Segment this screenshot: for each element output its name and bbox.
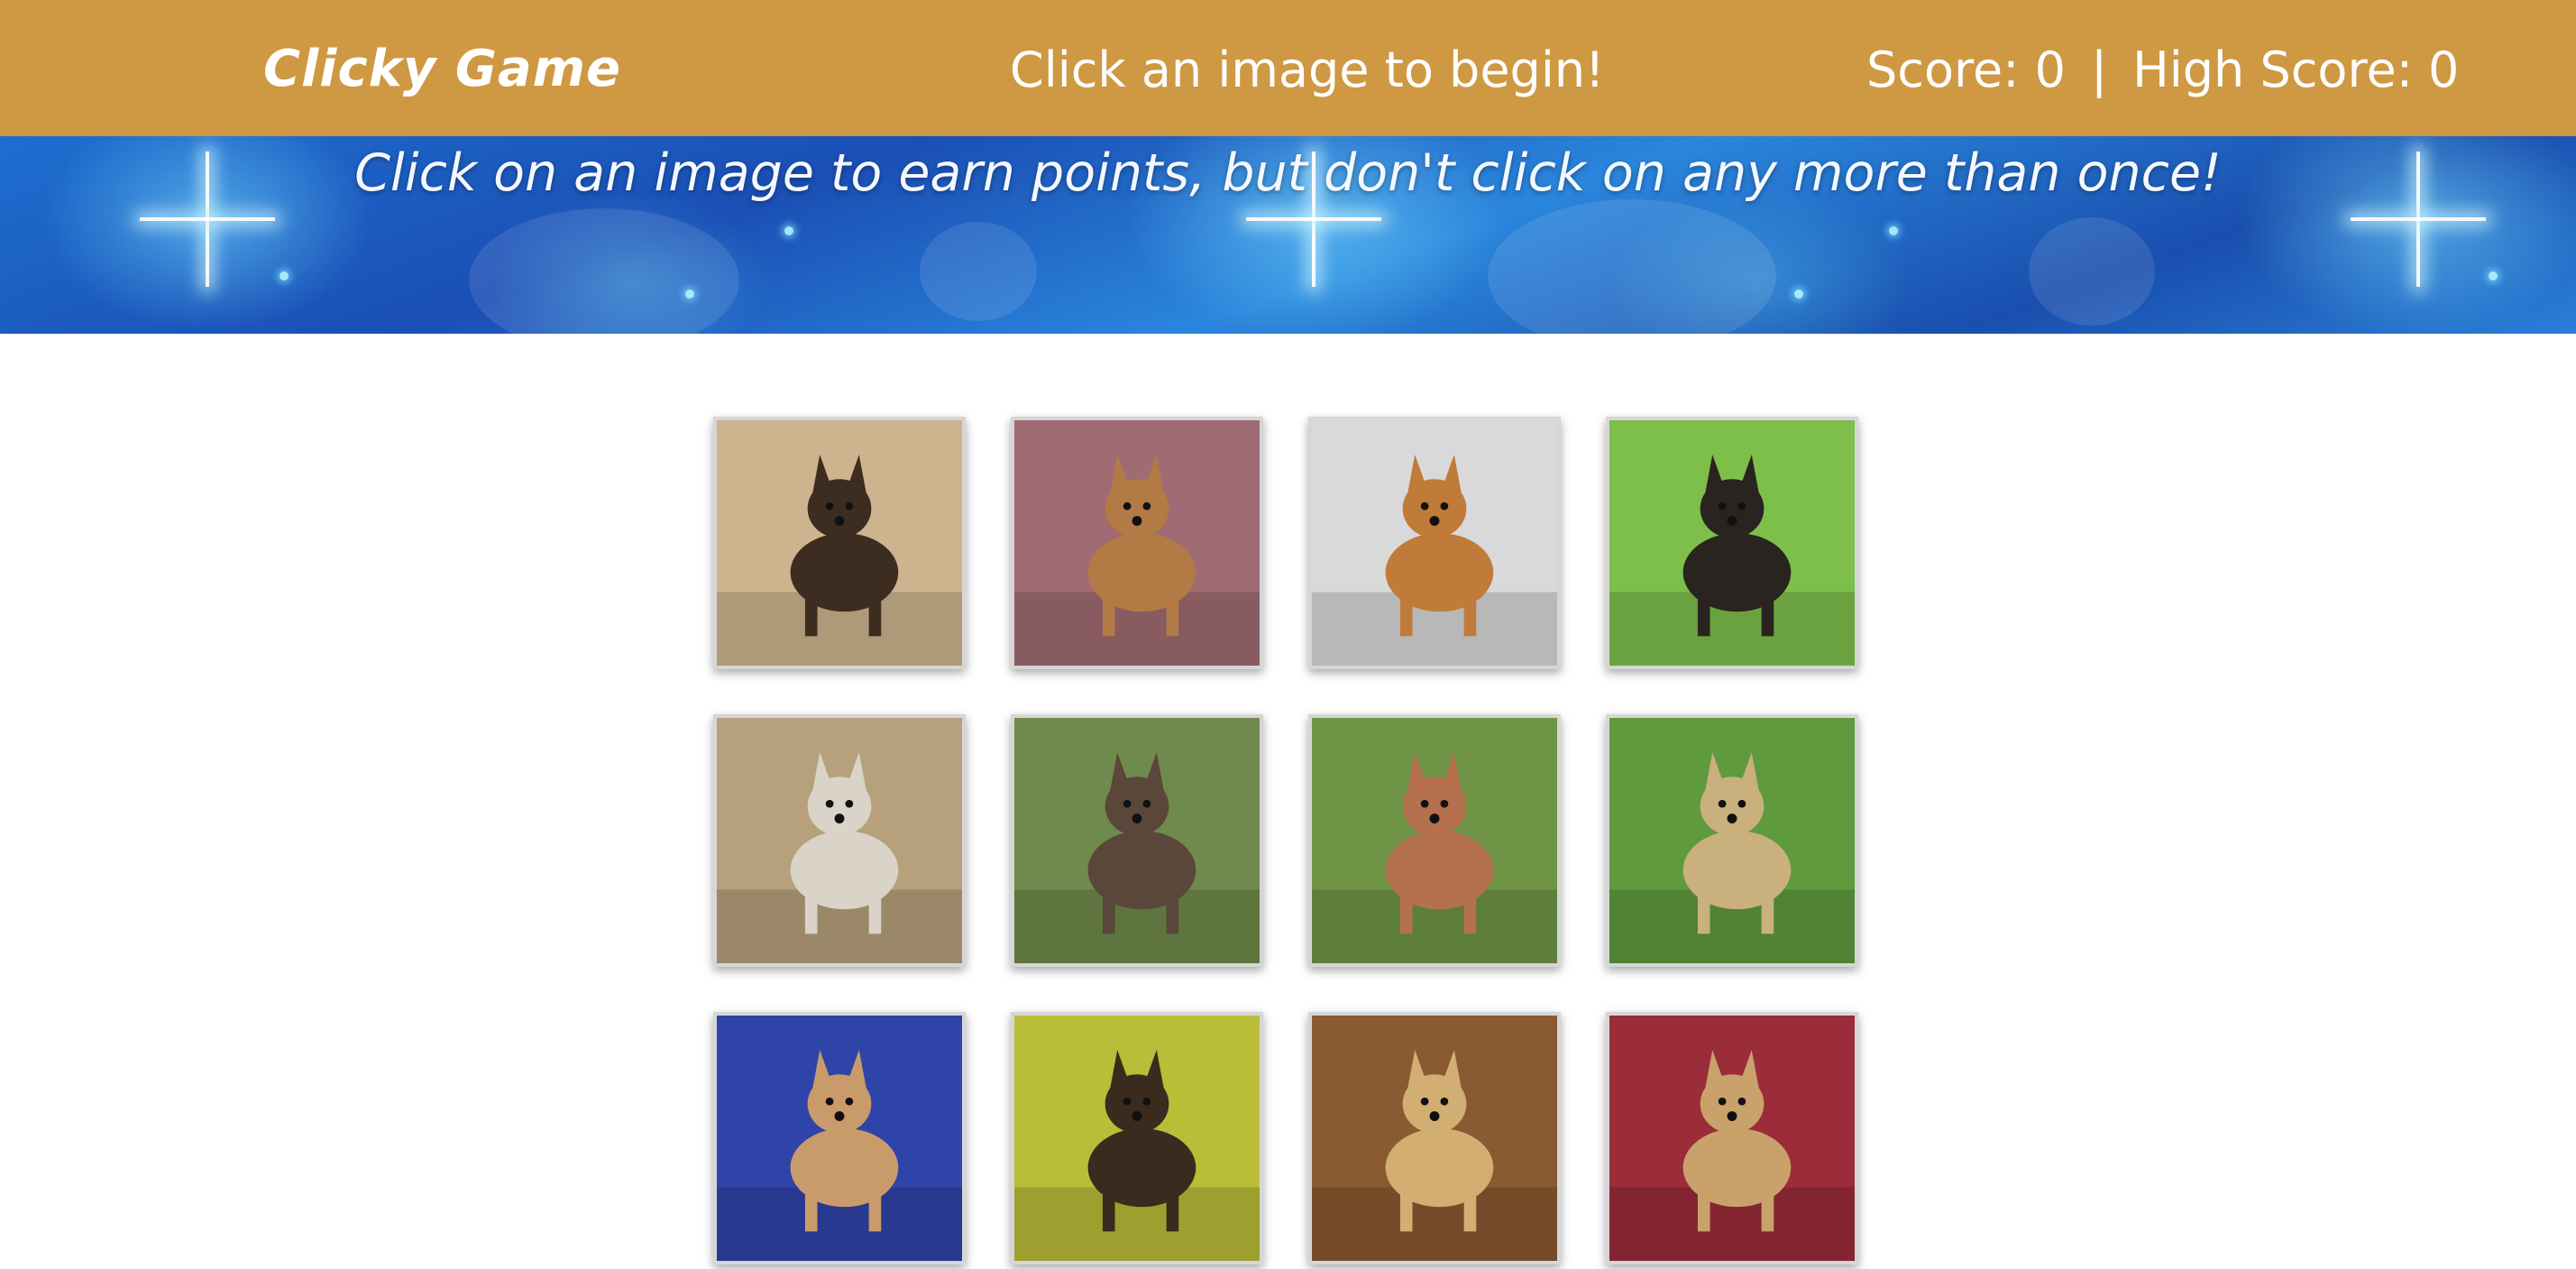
sparkle-dot-decoration xyxy=(280,271,289,280)
instructions-text: Click on an image to earn points, but do… xyxy=(354,143,2222,203)
dog-image-card[interactable] xyxy=(1606,417,1858,669)
dog-image-card[interactable] xyxy=(713,1012,966,1264)
poodle-on-hillside-card-image xyxy=(1014,718,1260,963)
red-retriever-card-image xyxy=(1312,718,1557,963)
sparkle-dot-decoration xyxy=(784,226,793,235)
brand-title-link[interactable]: Clicky Game xyxy=(263,40,621,98)
instructions-banner: Click on an image to earn points, but do… xyxy=(0,136,2576,334)
briard-card-image xyxy=(1312,1016,1557,1261)
sparkle-dot-decoration xyxy=(1889,226,1898,235)
shiba-inu-card-image xyxy=(717,420,962,666)
dog-image-card[interactable] xyxy=(713,417,966,669)
banner-bubble-decoration xyxy=(920,222,1037,321)
puppy-in-leaves-card-image xyxy=(1014,420,1260,666)
dog-image-card[interactable] xyxy=(1011,417,1263,669)
current-score: Score: 0 xyxy=(1866,41,2066,98)
dog-image-card[interactable] xyxy=(1308,417,1561,669)
game-status-message: Click an image to begin! xyxy=(1010,41,1605,98)
score-display: Score: 0 | High Score: 0 xyxy=(1866,41,2459,98)
dog-image-card[interactable] xyxy=(1011,1012,1263,1264)
banner-bubble-decoration xyxy=(2029,217,2155,326)
sparkle-dot-decoration xyxy=(1794,290,1803,299)
score-separator: | xyxy=(2090,41,2108,98)
german-shepherd-card-image xyxy=(1014,1016,1260,1261)
dog-image-card[interactable] xyxy=(1308,1012,1561,1264)
high-score: High Score: 0 xyxy=(2132,41,2460,98)
image-grid xyxy=(713,417,1863,1269)
afghan-hound-card-image xyxy=(1609,1016,1855,1261)
greyhound-on-couch-card-image xyxy=(717,1016,962,1261)
dog-image-card[interactable] xyxy=(1606,1012,1858,1264)
chihuahua-card-image xyxy=(1609,420,1855,666)
dog-image-card[interactable] xyxy=(713,714,966,967)
banner-bubble-decoration xyxy=(469,208,739,334)
banner-bubble-decoration xyxy=(1488,199,1776,334)
dog-image-card[interactable] xyxy=(1308,714,1561,967)
akita-card-image xyxy=(1312,420,1557,666)
navbar: Clicky Game Click an image to begin! Sco… xyxy=(0,0,2576,136)
mastiff-card-image xyxy=(1609,718,1855,963)
dog-image-card[interactable] xyxy=(1011,714,1263,967)
cairn-terrier-card-image xyxy=(717,718,962,963)
sparkle-dot-decoration xyxy=(685,290,694,299)
sparkle-dot-decoration xyxy=(2489,271,2498,280)
dog-image-card[interactable] xyxy=(1606,714,1858,967)
